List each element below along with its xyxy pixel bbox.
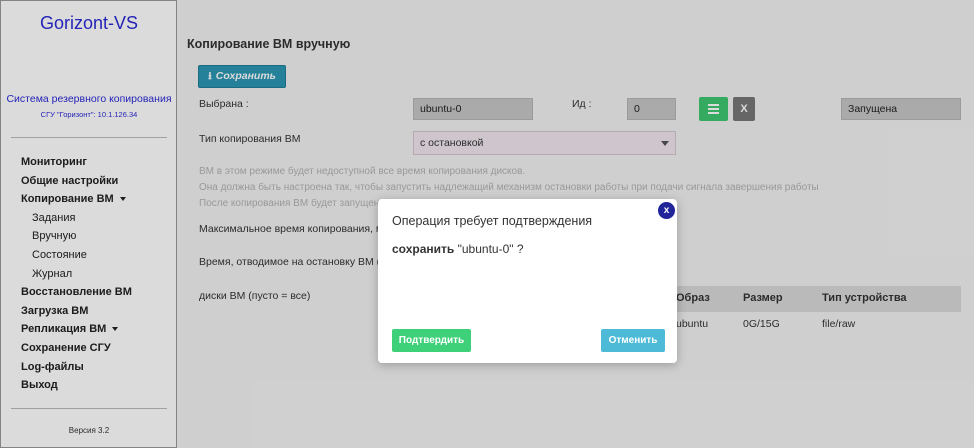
confirm-button[interactable]: Подтвердить bbox=[392, 329, 471, 352]
dialog-message-target: "ubuntu-0" ? bbox=[457, 242, 524, 256]
dialog-message: сохранить "ubuntu-0" ? bbox=[392, 242, 524, 256]
close-icon[interactable]: x bbox=[657, 201, 676, 220]
dialog-message-action: сохранить bbox=[392, 242, 458, 256]
dialog-title: Операция требует подтверждения bbox=[392, 214, 593, 228]
cancel-button[interactable]: Отменить bbox=[601, 329, 665, 352]
